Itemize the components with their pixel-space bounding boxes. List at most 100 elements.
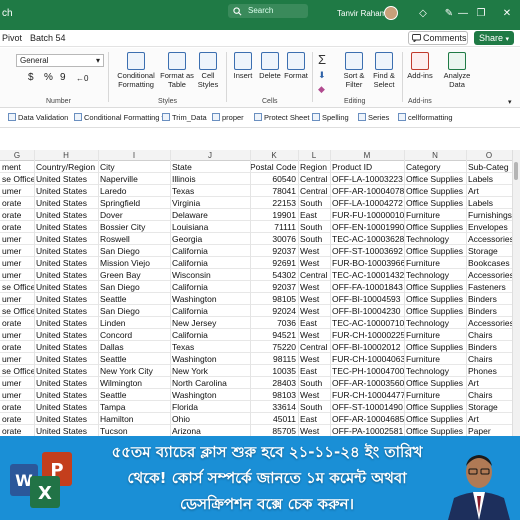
table-cell[interactable]: Georgia [172, 234, 248, 244]
table-cell[interactable]: South [300, 198, 330, 208]
table-cell[interactable]: OFF-ST-10003692 [332, 246, 404, 256]
format-as-table-button[interactable]: Format as Table [158, 52, 196, 89]
table-cell[interactable]: umer [2, 186, 34, 196]
table-cell[interactable]: Phones [468, 366, 512, 376]
table-cell[interactable]: South [300, 402, 330, 412]
table-cell[interactable]: orate [2, 198, 34, 208]
column-letter[interactable]: M [330, 151, 404, 160]
table-cell[interactable]: United States [36, 390, 98, 400]
table-cell[interactable]: Accessories [468, 318, 512, 328]
table-cell[interactable]: FUR-FU-10000010 [332, 210, 404, 220]
chevron-down-icon[interactable]: ▾ [508, 98, 512, 106]
table-cell[interactable]: Envelopes [468, 222, 512, 232]
table-cell[interactable]: United States [36, 366, 98, 376]
table-cell[interactable]: California [172, 306, 248, 316]
insert-button[interactable]: Insert [230, 52, 256, 80]
table-cell[interactable]: 92024 [250, 306, 296, 316]
table-cell[interactable]: United States [36, 282, 98, 292]
table-cell[interactable]: Dover [100, 210, 170, 220]
series-button[interactable]: Series [358, 113, 389, 122]
table-cell[interactable]: United States [36, 234, 98, 244]
table-cell[interactable]: United States [36, 330, 98, 340]
table-cell[interactable]: Green Bay [100, 270, 170, 280]
table-cell[interactable]: se Office [2, 306, 34, 316]
table-cell[interactable]: OFF-LA-10003223 [332, 174, 404, 184]
trim-data-button[interactable]: Trim_Data [162, 113, 207, 122]
table-cell[interactable]: OFF-ST-10001490 [332, 402, 404, 412]
sort-filter-button[interactable]: Sort & Filter [338, 52, 370, 89]
table-cell[interactable]: FUR-CH-10004063 [332, 354, 404, 364]
table-cell[interactable]: Storage [468, 246, 512, 256]
column-header-cell[interactable]: Country/Region [36, 162, 98, 172]
table-cell[interactable]: United States [36, 342, 98, 352]
table-cell[interactable]: 92037 [250, 282, 296, 292]
table-cell[interactable]: West [300, 426, 330, 436]
close-icon[interactable]: ✕ [500, 7, 514, 21]
proper-button[interactable]: proper [212, 113, 244, 122]
table-cell[interactable]: orate [2, 342, 34, 352]
column-header-cell[interactable]: City [100, 162, 170, 172]
table-cell[interactable]: West [300, 354, 330, 364]
table-cell[interactable]: Technology [406, 318, 466, 328]
column-letter[interactable]: N [404, 151, 466, 160]
table-cell[interactable]: 33614 [250, 402, 296, 412]
fill-icon[interactable]: ⬇ [318, 70, 326, 81]
column-letter[interactable]: J [170, 151, 250, 160]
table-cell[interactable]: Furniture [406, 258, 466, 268]
pen-icon[interactable]: ✎ [442, 7, 456, 21]
table-cell[interactable]: Louisiana [172, 222, 248, 232]
cellformatting-button[interactable]: cellformatting [398, 113, 453, 122]
table-cell[interactable]: Tampa [100, 402, 170, 412]
table-cell[interactable]: West [300, 390, 330, 400]
table-cell[interactable]: United States [36, 198, 98, 208]
table-cell[interactable]: Fasteners [468, 282, 512, 292]
table-cell[interactable]: Office Supplies [406, 378, 466, 388]
table-cell[interactable]: Accessories [468, 270, 512, 280]
protect-sheet-button[interactable]: Protect Sheet [254, 113, 309, 122]
column-header-cell[interactable]: State [172, 162, 248, 172]
table-cell[interactable]: 7036 [250, 318, 296, 328]
table-cell[interactable]: Hamilton [100, 414, 170, 424]
table-cell[interactable]: West [300, 330, 330, 340]
table-cell[interactable]: Furniture [406, 210, 466, 220]
table-cell[interactable]: United States [36, 210, 98, 220]
data-validation-button[interactable]: Data Validation [8, 113, 68, 122]
table-cell[interactable]: Binders [468, 294, 512, 304]
table-cell[interactable]: West [300, 282, 330, 292]
table-cell[interactable]: OFF-AR-10004078 [332, 186, 404, 196]
table-cell[interactable]: Labels [468, 174, 512, 184]
table-cell[interactable]: Virginia [172, 198, 248, 208]
table-cell[interactable]: Chairs [468, 330, 512, 340]
table-cell[interactable]: Paper [468, 426, 512, 436]
autosum-icon[interactable]: Σ [318, 52, 326, 67]
table-cell[interactable]: Office Supplies [406, 222, 466, 232]
table-cell[interactable]: 54302 [250, 270, 296, 280]
table-cell[interactable]: OFF-FA-10001843 [332, 282, 404, 292]
table-cell[interactable]: Chairs [468, 390, 512, 400]
table-cell[interactable]: Mission Viejo [100, 258, 170, 268]
table-cell[interactable]: United States [36, 414, 98, 424]
table-cell[interactable]: se Office [2, 282, 34, 292]
table-cell[interactable]: OFF-PA-10002581 [332, 426, 404, 436]
table-cell[interactable]: 98103 [250, 390, 296, 400]
table-cell[interactable]: TEC-AC-10001432 [332, 270, 404, 280]
column-header-cell[interactable]: Product ID [332, 162, 404, 172]
column-header-cell[interactable]: Region [300, 162, 330, 172]
table-cell[interactable]: 71111 [250, 222, 296, 232]
table-cell[interactable]: 10035 [250, 366, 296, 376]
table-cell[interactable]: Office Supplies [406, 174, 466, 184]
table-cell[interactable]: United States [36, 306, 98, 316]
table-cell[interactable]: Office Supplies [406, 294, 466, 304]
table-cell[interactable]: Concord [100, 330, 170, 340]
table-cell[interactable]: 92037 [250, 246, 296, 256]
table-cell[interactable]: 45011 [250, 414, 296, 424]
table-cell[interactable]: Art [468, 378, 512, 388]
table-cell[interactable]: umer [2, 246, 34, 256]
table-cell[interactable]: Office Supplies [406, 426, 466, 436]
table-cell[interactable]: United States [36, 354, 98, 364]
table-cell[interactable]: 78041 [250, 186, 296, 196]
table-cell[interactable]: Office Supplies [406, 414, 466, 424]
table-cell[interactable]: California [172, 282, 248, 292]
table-cell[interactable]: United States [36, 294, 98, 304]
table-cell[interactable]: United States [36, 378, 98, 388]
